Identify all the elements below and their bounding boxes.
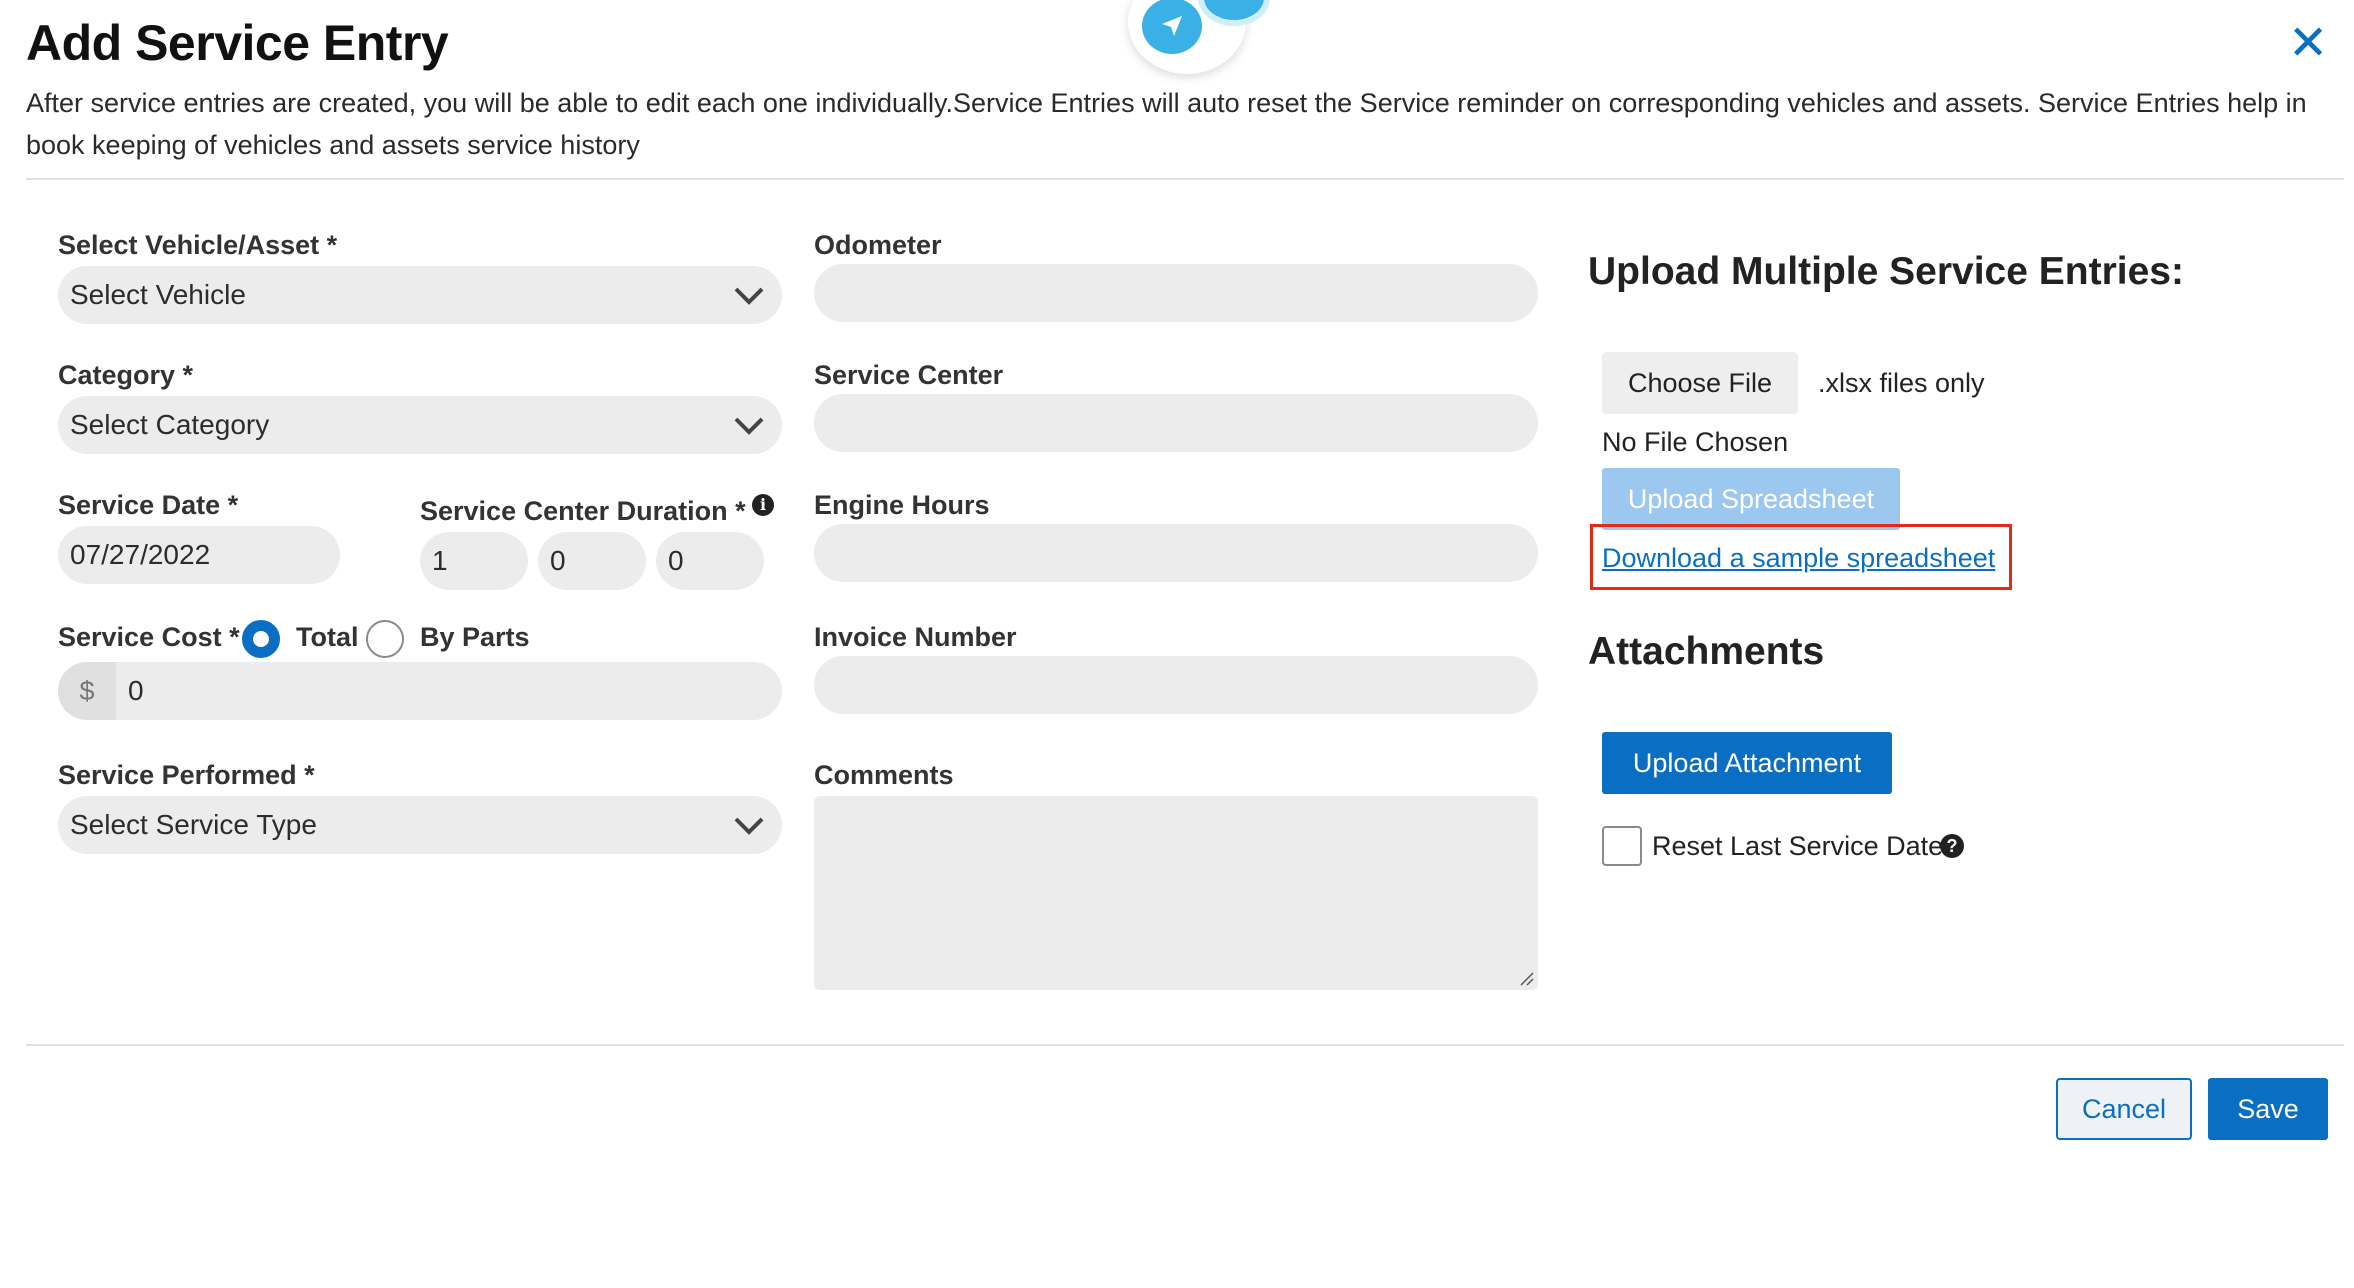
service-type-select-value: Select Service Type	[70, 809, 317, 840]
close-icon[interactable]: ✕	[2288, 20, 2328, 68]
duration-minutes-input[interactable]: 0	[656, 532, 764, 590]
duration-hours-input[interactable]: 0	[538, 532, 646, 590]
service-date-label: Service Date *	[58, 490, 239, 520]
service-date-input[interactable]: 07/27/2022	[58, 526, 340, 584]
service-performed-label: Service Performed *	[58, 760, 315, 790]
odometer-input[interactable]	[814, 264, 1538, 322]
service-type-select[interactable]: Select Service Type	[58, 796, 782, 854]
page-title: Add Service Entry	[26, 15, 449, 71]
cost-by-parts-label: By Parts	[420, 622, 530, 652]
comments-textarea[interactable]	[814, 796, 1538, 990]
footer-divider	[26, 1044, 2344, 1046]
category-label: Category *	[58, 360, 194, 390]
upload-attachment-button[interactable]: Upload Attachment	[1602, 732, 1892, 794]
duration-days-input[interactable]: 1	[420, 532, 528, 590]
save-button[interactable]: Save	[2208, 1078, 2328, 1140]
chevron-down-icon	[734, 817, 764, 835]
page-description: After service entries are created, you w…	[26, 88, 2307, 160]
category-select-value: Select Category	[70, 409, 270, 440]
reset-last-service-label: Reset Last Service Date	[1652, 831, 1944, 861]
currency-prefix: $	[58, 662, 116, 720]
header-divider	[26, 178, 2344, 180]
vehicle-select[interactable]: Select Vehicle	[58, 266, 782, 324]
navigation-arrow-icon	[1142, 0, 1202, 54]
file-type-hint: .xlsx files only	[1818, 368, 1985, 398]
engine-hours-label: Engine Hours	[814, 490, 990, 520]
service-cost-label: Service Cost *	[58, 622, 240, 652]
invoice-number-label: Invoice Number	[814, 622, 1017, 652]
download-sample-link[interactable]: Download a sample spreadsheet	[1602, 536, 1995, 580]
upload-heading: Upload Multiple Service Entries:	[1588, 250, 2184, 293]
cost-total-radio[interactable]	[242, 620, 280, 658]
no-file-status: No File Chosen	[1602, 427, 1789, 457]
engine-hours-input[interactable]	[814, 524, 1538, 582]
resize-grip-icon[interactable]	[1518, 970, 1534, 986]
category-select[interactable]: Select Category	[58, 396, 782, 454]
cost-total-label: Total	[296, 622, 359, 652]
reset-last-service-checkbox[interactable]	[1602, 826, 1642, 866]
cancel-button[interactable]: Cancel	[2056, 1078, 2192, 1140]
vehicle-select-value: Select Vehicle	[70, 279, 246, 310]
service-center-label: Service Center	[814, 360, 1004, 390]
invoice-number-input[interactable]	[814, 656, 1538, 714]
info-icon[interactable]: i	[752, 494, 774, 516]
cost-by-parts-radio[interactable]	[366, 620, 404, 658]
chevron-down-icon	[734, 417, 764, 435]
help-icon[interactable]: ?	[1940, 834, 1964, 858]
duration-label: Service Center Duration *	[420, 496, 746, 526]
comments-label: Comments	[814, 760, 954, 790]
chevron-down-icon	[734, 287, 764, 305]
attachments-heading: Attachments	[1588, 630, 1825, 673]
service-cost-input[interactable]: 0	[58, 662, 782, 720]
upload-spreadsheet-button[interactable]: Upload Spreadsheet	[1602, 468, 1900, 530]
service-center-input[interactable]	[814, 394, 1538, 452]
odometer-label: Odometer	[814, 230, 942, 260]
choose-file-button[interactable]: Choose File	[1602, 352, 1798, 414]
vehicle-label: Select Vehicle/Asset *	[58, 230, 338, 260]
